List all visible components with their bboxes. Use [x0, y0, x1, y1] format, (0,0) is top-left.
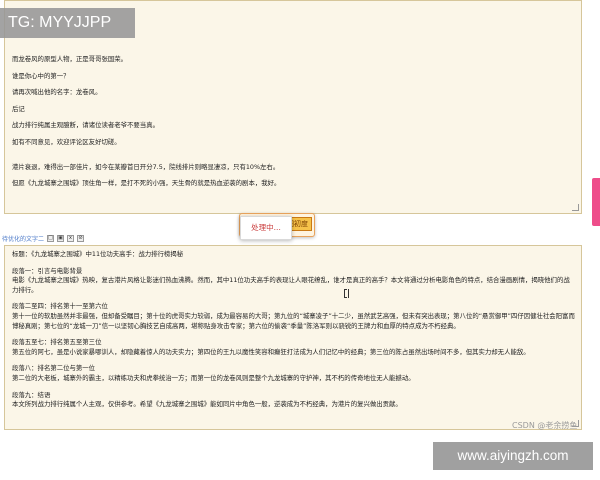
watermark-tg: TG: MYYJJPP [0, 8, 135, 38]
resize-handle[interactable] [572, 204, 579, 211]
text-paragraph: 后记 [12, 104, 25, 113]
output-label-row: 待优化的文字二 □ ▣ x ⊘ [2, 234, 85, 243]
text-paragraph: 段落二至四：排名第十一至第六位 第十一位的软肋虽然并非最强，但却备受瞩目；第十位… [12, 302, 575, 330]
text-paragraph: 而龙卷风的原型人物，正是哥哥张国荣。 [12, 55, 128, 63]
text-cursor-icon [344, 289, 349, 298]
text-paragraph: 段落九：结语 本文所列战力排行纯属个人主观，仅供参考。希望《九龙城寨之围城》能如… [12, 390, 402, 409]
text-paragraph: 如有不同意见，欢迎评论区友好切磋。 [12, 138, 121, 147]
text-paragraph: 段落一：引言与电影背景 电影《九龙城寨之围城》热映，复古港片风格让影迷们热血沸腾… [12, 266, 570, 294]
text-paragraph: 港片衰退，难得出一部佳片，如今在某瓣首日开分7.5，院线排片则略显凄凉，只有10… [12, 162, 280, 171]
cancel-icon[interactable]: ⊘ [77, 235, 85, 242]
text-paragraph: 请再次喊出他的名字：龙卷风。 [12, 88, 102, 97]
text-paragraph: 标题：《九龙城寨之围城》中11位功夫高手：战力排行榜揭秘 [12, 250, 184, 258]
output-label: 待优化的文字二 [2, 236, 45, 243]
copy-icon[interactable]: □ [47, 235, 55, 242]
side-feedback-tab[interactable] [592, 178, 600, 226]
optimized-text-editor[interactable]: 标题：《九龙城寨之围城》中11位功夫高手：战力排行榜揭秘 段落一：引言与电影背景… [4, 245, 582, 430]
text-paragraph: 段落八：排名第二位与第一位 第二位的大老板，城寨外的霸主，以精练功夫和虎拳统治一… [12, 364, 415, 383]
paste-icon[interactable]: ▣ [57, 235, 65, 242]
text-paragraph: 但愿《九龙城寨之围城》顶住角一样，是打不死的小强，天生骨的就是热血逆袭的剧本，我… [12, 179, 281, 188]
text-paragraph: 战力排行纯属主观臆断，请诸位读者老爷不要当真。 [12, 121, 159, 130]
text-paragraph: 谁是你心中的第一？ [12, 71, 70, 80]
clear-icon[interactable]: x [67, 235, 75, 242]
watermark-csdn: CSDN @老余捞鱼 [512, 421, 578, 430]
processing-tooltip: 处理中... [240, 216, 292, 240]
watermark-site: www.aiyingzh.com [433, 442, 593, 470]
text-paragraph: 段落五至七：排名第五至第三位 第五位的阿七，虽是小说家暴哪训人，却隐藏着惊人的功… [12, 338, 530, 356]
